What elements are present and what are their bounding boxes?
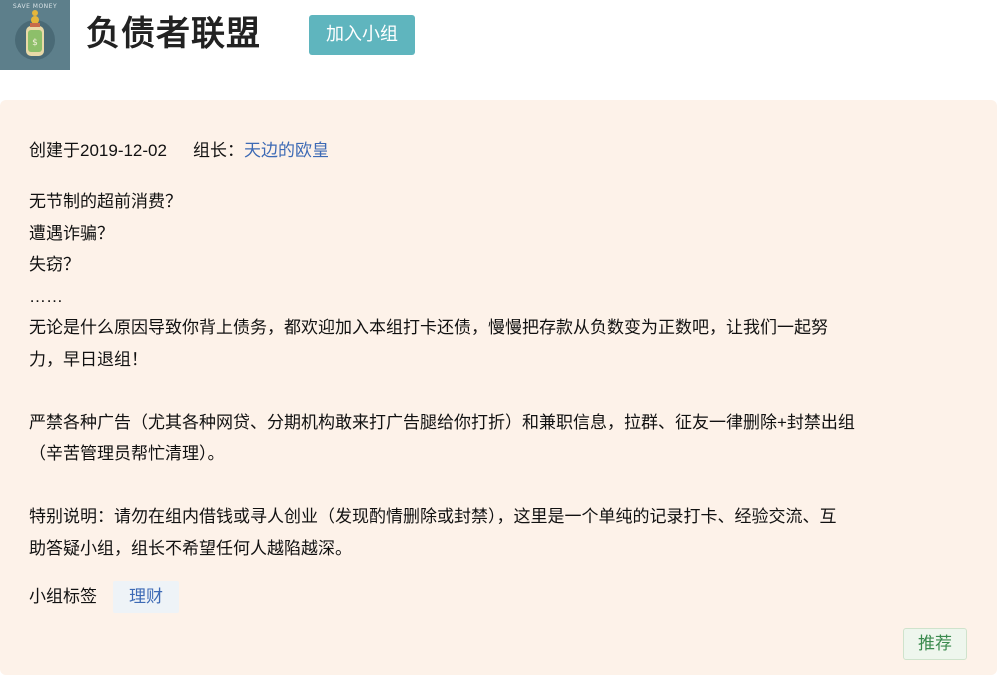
description-line: 失窃？ [29, 255, 80, 274]
svg-text:$: $ [32, 38, 38, 48]
description-line: 无论是什么原因导致你背上债务，都欢迎加入本组打卡还债，慢慢把存款从负数变为正数吧… [29, 318, 828, 337]
description-line: 特别说明：请勿在组内借钱或寻人创业（发现酌情删除或封禁），这里是一个单纯的记录打… [29, 507, 837, 526]
description-line: …… [29, 286, 63, 306]
piggy-jar-icon: $ [15, 10, 55, 60]
description-line: 无节制的超前消费？ [29, 192, 182, 211]
group-info-card: 创建于2019-12-02 组长：天边的欧皇 无节制的超前消费？ 遭遇诈骗？ 失窃… [0, 100, 997, 675]
leader-link[interactable]: 天边的欧皇 [244, 141, 329, 160]
description-line: （辛苦管理员帮忙清理）。 [29, 444, 225, 463]
page-title: 负债者联盟 [86, 14, 261, 54]
description-line [29, 375, 969, 407]
description-line: 遭遇诈骗？ [29, 223, 114, 243]
description-line: 助答疑小组，组长不希望任何人越陷越深。 [29, 538, 352, 558]
recommend-button[interactable]: 推荐 [903, 628, 967, 660]
tag-chip[interactable]: 理财 [113, 581, 179, 613]
tags-label: 小组标签 [29, 587, 97, 606]
group-tags: 小组标签 理财 [29, 581, 179, 613]
group-header: SAVE MONEY $ 负债者联盟 加入小组 [0, 0, 1000, 72]
description-line: 力，早日退组！ [29, 349, 148, 369]
leader-label: 组长： [192, 141, 244, 160]
group-meta: 创建于2019-12-02 组长：天边的欧皇 [29, 138, 329, 164]
group-description: 无节制的超前消费？ 遭遇诈骗？ 失窃？ …… 无论是什么原因导致你背上债务，都欢… [29, 186, 969, 564]
description-line [29, 470, 969, 502]
group-avatar: SAVE MONEY $ [0, 0, 70, 70]
description-line: 严禁各种广告（尤其各种网贷、分期机构敢来打广告腿给你打折）和兼职信息，拉群、征友… [29, 412, 855, 432]
created-date: 创建于2019-12-02 [29, 141, 167, 160]
join-group-button[interactable]: 加入小组 [309, 15, 415, 55]
